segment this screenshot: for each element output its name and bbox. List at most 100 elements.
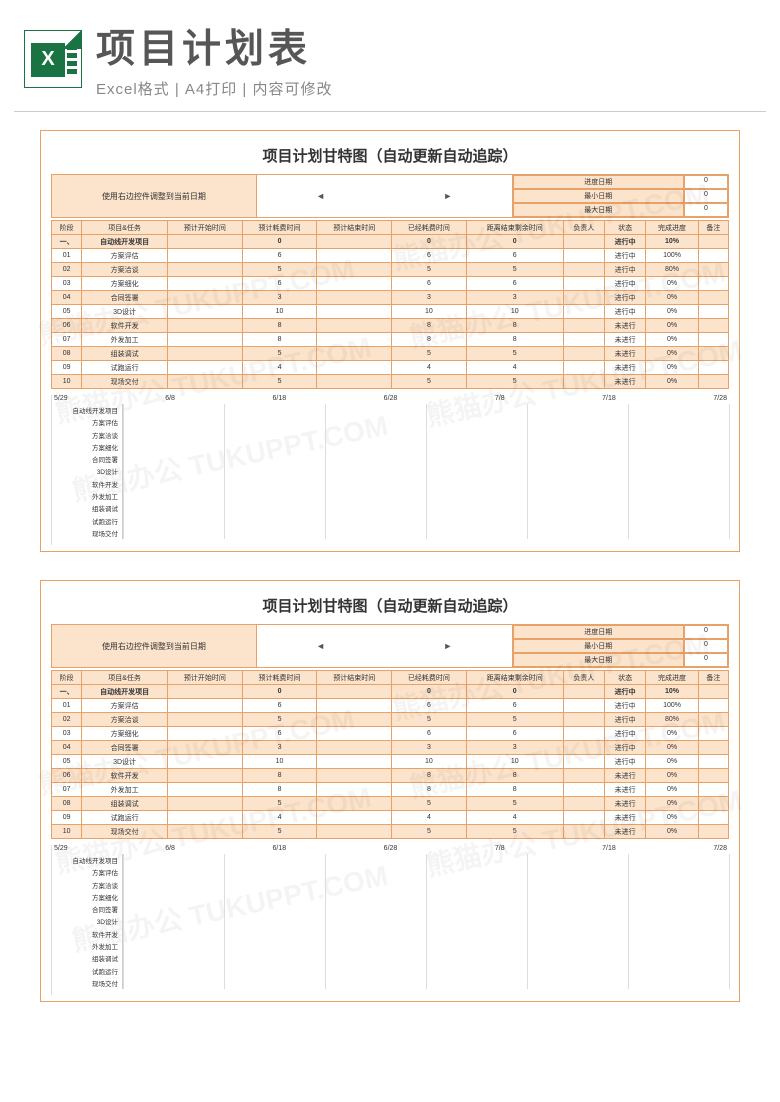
page-header: X 项目计划表 Excel格式 | A4打印 | 内容可修改 <box>0 0 780 111</box>
table-cell <box>168 277 243 291</box>
table-row: 08组装调试555未进行0% <box>52 797 729 811</box>
table-cell: 0% <box>646 727 698 741</box>
table-row: 07外发加工888未进行0% <box>52 783 729 797</box>
gantt-labels: 自动线开发项目方案评估方案洽谈方案细化合同签署3D设计软件开发外发加工组装调试试… <box>52 404 122 539</box>
table-cell <box>317 769 392 783</box>
section-cell: 进行中 <box>605 235 646 249</box>
table-cell <box>317 361 392 375</box>
table-cell <box>317 277 392 291</box>
table-cell <box>563 825 604 839</box>
table-cell <box>317 741 392 755</box>
date-spinner[interactable]: ◄► <box>257 625 513 667</box>
table-cell <box>563 811 604 825</box>
gantt-chart: 5/296/86/186/287/87/187/28自动线开发项目方案评估方案洽… <box>51 395 729 545</box>
chevron-left-icon[interactable]: ◄ <box>316 191 325 201</box>
column-header: 项目&任务 <box>82 671 168 685</box>
chevron-right-icon[interactable]: ► <box>443 191 452 201</box>
gantt-date: 6/8 <box>165 395 175 402</box>
table-cell: 01 <box>52 699 82 713</box>
section-cell: 自动线开发项目 <box>82 235 168 249</box>
table-cell <box>698 291 728 305</box>
section-cell <box>168 685 243 699</box>
date-spinner[interactable]: ◄► <box>257 175 513 217</box>
table-cell: 未进行 <box>605 319 646 333</box>
table-cell <box>168 811 243 825</box>
gantt-label: 方案细化 <box>52 891 118 903</box>
table-cell <box>563 797 604 811</box>
table-row: 10现场交付555未进行0% <box>52 825 729 839</box>
gantt-label: 试跑运行 <box>52 514 118 526</box>
table-cell: 进行中 <box>605 713 646 727</box>
table-cell: 8 <box>392 319 467 333</box>
table-cell: 进行中 <box>605 305 646 319</box>
table-cell: 合同签署 <box>82 291 168 305</box>
table-cell: 5 <box>392 375 467 389</box>
column-header: 阶段 <box>52 671 82 685</box>
table-cell: 0% <box>646 361 698 375</box>
table-cell: 10 <box>52 825 82 839</box>
meta-value: 0 <box>684 625 728 639</box>
gantt-date: 7/18 <box>602 845 616 852</box>
table-cell: 6 <box>242 699 317 713</box>
table-cell: 试跑运行 <box>82 361 168 375</box>
table-cell: 10 <box>242 755 317 769</box>
table-row: 04合同签署333进行中0% <box>52 741 729 755</box>
meta-dates: 进度日期0最小日期0最大日期0 <box>513 625 728 667</box>
table-cell: 8 <box>466 319 563 333</box>
table-cell: 06 <box>52 769 82 783</box>
table-cell <box>698 699 728 713</box>
gantt-date: 7/28 <box>713 395 727 402</box>
table-cell: 6 <box>242 277 317 291</box>
table-cell: 5 <box>242 347 317 361</box>
gantt-date: 6/18 <box>272 395 286 402</box>
table-cell: 5 <box>242 263 317 277</box>
table-cell <box>168 727 243 741</box>
chevron-left-icon[interactable]: ◄ <box>316 641 325 651</box>
section-cell: 10% <box>646 235 698 249</box>
gantt-label: 方案洽谈 <box>52 879 118 891</box>
table-cell: 05 <box>52 755 82 769</box>
table-cell: 进行中 <box>605 249 646 263</box>
table-cell: 未进行 <box>605 375 646 389</box>
table-cell <box>168 263 243 277</box>
task-table: 阶段项目&任务预计开始时间预计耗费时间预计结束时间已经耗费时间距离结束剩余时间负… <box>51 220 729 389</box>
gantt-label: 方案评估 <box>52 416 118 428</box>
table-cell <box>698 333 728 347</box>
table-cell: 6 <box>242 249 317 263</box>
table-row: 053D设计101010进行中0% <box>52 755 729 769</box>
table-cell <box>317 319 392 333</box>
spreadsheet-page: 熊猫办公 TUKUPPT.COM熊猫办公 TUKUPPT.COM熊猫办公 TUK… <box>40 580 740 1002</box>
table-cell: 组装调试 <box>82 797 168 811</box>
section-cell <box>168 235 243 249</box>
table-cell: 01 <box>52 249 82 263</box>
excel-x: X <box>41 48 54 71</box>
table-cell <box>317 727 392 741</box>
table-cell <box>317 811 392 825</box>
table-cell: 0% <box>646 797 698 811</box>
meta-key: 最小日期 <box>513 189 684 203</box>
table-cell <box>563 783 604 797</box>
table-cell: 外发加工 <box>82 783 168 797</box>
meta-key: 进度日期 <box>513 625 684 639</box>
gantt-label: 软件开发 <box>52 478 118 490</box>
section-cell <box>317 685 392 699</box>
section-cell: 0 <box>242 685 317 699</box>
table-cell: 4 <box>242 811 317 825</box>
table-cell <box>168 741 243 755</box>
table-cell: 6 <box>392 249 467 263</box>
gantt-date: 7/8 <box>495 845 505 852</box>
gantt-label: 现场交付 <box>52 977 118 989</box>
table-cell <box>317 291 392 305</box>
table-cell <box>168 305 243 319</box>
table-cell <box>168 361 243 375</box>
table-row: 09试跑运行444未进行0% <box>52 361 729 375</box>
chevron-right-icon[interactable]: ► <box>443 641 452 651</box>
section-cell: 0 <box>392 685 467 699</box>
table-cell <box>698 811 728 825</box>
table-cell: 09 <box>52 361 82 375</box>
table-cell <box>317 713 392 727</box>
table-cell: 5 <box>392 825 467 839</box>
table-cell: 0% <box>646 291 698 305</box>
table-cell <box>698 263 728 277</box>
section-cell <box>563 685 604 699</box>
